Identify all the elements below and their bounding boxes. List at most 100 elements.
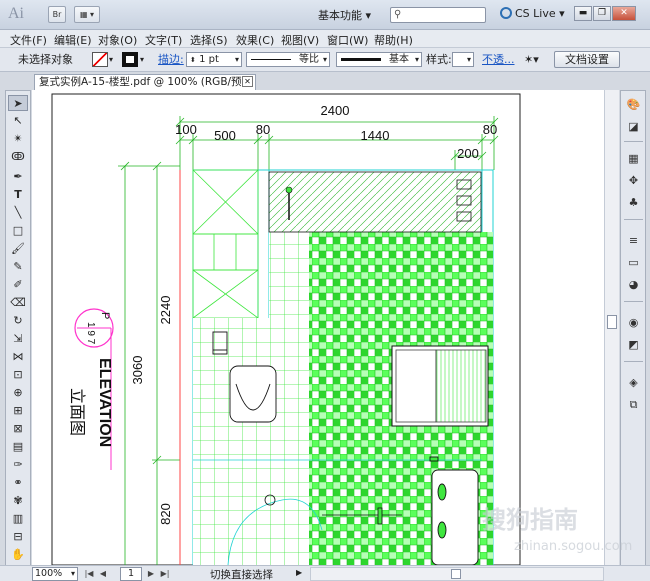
color-panel-icon[interactable]: 🎨 [625, 97, 642, 113]
document-tab-strip: 复式实例A-15-楼型.pdf @ 100% (RGB/预览) ✕ [32, 72, 618, 102]
type-tool-icon[interactable]: T [8, 187, 28, 203]
gradient-tool-icon[interactable]: ▤ [8, 439, 28, 455]
column-graph-tool-icon[interactable]: ▥ [8, 511, 28, 527]
rotate-tool-icon[interactable]: ↻ [8, 313, 28, 329]
stroke-swatch[interactable] [122, 52, 138, 67]
control-bar: 未选择对象 ▾ ▾ 描边: ⬍ 1 pt ▾ 等比 ▾ 基本 ▾ 样式: ▾ 不透..… [0, 48, 650, 72]
cs-live-button[interactable]: CS Live ▾ [500, 7, 565, 20]
elevation-marker: P 1 9 7 ELEVATION 立面图 [68, 308, 114, 470]
last-artboard-icon[interactable]: ▶| [158, 567, 172, 581]
width-tool-icon[interactable]: ⋈ [8, 349, 28, 365]
color-guide-panel-icon[interactable]: ◪ [625, 119, 642, 135]
graphic-styles-panel-icon[interactable]: ◩ [625, 337, 642, 353]
selection-status: 未选择对象 [18, 53, 73, 66]
stroke-weight-field[interactable]: ⬍ 1 pt ▾ [186, 52, 242, 67]
stroke-dropdown-icon[interactable]: ▾ [140, 52, 144, 68]
next-artboard-icon[interactable]: ▶ [144, 567, 158, 581]
workspace-switcher[interactable]: 基本功能 ▾ [318, 7, 371, 23]
blob-brush-tool-icon[interactable]: ✐ [8, 277, 28, 293]
symbols-panel-icon[interactable]: ♣ [625, 195, 642, 211]
fill-swatch[interactable] [92, 52, 108, 67]
artboard-canvas[interactable]: 2400 100 500 80 1440 80 200 3060 2240 82… [32, 90, 604, 565]
blend-tool-icon[interactable]: ⚭ [8, 475, 28, 491]
zoom-field[interactable]: 100% ▾ [32, 567, 78, 581]
vertical-scroll-thumb[interactable] [607, 315, 617, 329]
menu-effect[interactable]: 效果(C) [236, 32, 274, 48]
wall-light-tiles-left [193, 318, 269, 565]
top-dimensions [175, 116, 499, 170]
stroke-weight-stepper-icon[interactable]: ⬍ [190, 56, 196, 64]
stroke-panel-link[interactable]: 描边: [158, 52, 184, 68]
hand-tool-icon[interactable]: ✋ [8, 547, 28, 563]
dim-1440: 1440 [361, 128, 390, 143]
restore-button[interactable]: ❐ [593, 6, 611, 21]
prev-artboard-icon[interactable]: ◀ [96, 567, 110, 581]
magic-wand-tool-icon[interactable]: ✴ [8, 131, 28, 147]
menu-window[interactable]: 窗口(W) [327, 32, 368, 48]
bridge-button[interactable]: Br [48, 6, 66, 23]
symbol-sprayer-tool-icon[interactable]: ✾ [8, 493, 28, 509]
appearance-panel-icon[interactable]: ◉ [625, 315, 642, 331]
selection-tool-icon[interactable]: ➤ [8, 95, 28, 111]
vertical-scrollbar[interactable] [604, 90, 619, 565]
dim-80-right: 80 [483, 122, 497, 137]
status-menu-arrow-icon[interactable]: ▶ [296, 568, 302, 577]
paintbrush-tool-icon[interactable]: 🖌 [8, 241, 28, 257]
direct-selection-tool-icon[interactable]: ↖ [8, 113, 28, 129]
transparency-panel-icon[interactable]: ◕ [625, 277, 642, 293]
graphic-style-label: 样式: [426, 53, 452, 66]
search-input[interactable]: ⚲ [390, 7, 486, 23]
menu-view[interactable]: 视图(V) [281, 32, 319, 48]
pen-tool-icon[interactable]: ✒ [8, 169, 28, 185]
layers-panel-icon[interactable]: ◈ [625, 375, 642, 391]
gradient-panel-icon[interactable]: ▭ [625, 255, 642, 271]
dim-2240: 2240 [158, 296, 173, 325]
pencil-tool-icon[interactable]: ✎ [8, 259, 28, 275]
dim-100: 100 [175, 122, 197, 137]
cabinet-region [192, 169, 259, 319]
brushes-panel-icon[interactable]: ✥ [625, 173, 642, 189]
panel-dock: 🎨 ◪ ▦ ✥ ♣ ≡ ▭ ◕ ◉ ◩ ◈ ⧉ [620, 90, 646, 567]
menu-select[interactable]: 选择(S) [190, 32, 228, 48]
artboard-tool-icon[interactable]: ⊟ [8, 529, 28, 545]
variable-width-profile[interactable]: 等比 ▾ [246, 52, 330, 67]
dim-3060: 3060 [130, 356, 145, 385]
search-icon: ⚲ [394, 9, 402, 20]
horizontal-scroll-thumb[interactable] [451, 569, 461, 579]
graphic-style-dropdown[interactable]: ▾ [452, 52, 474, 67]
first-artboard-icon[interactable]: |◀ [82, 567, 96, 581]
horizontal-scrollbar[interactable] [310, 567, 604, 581]
menu-type[interactable]: 文字(T) [145, 32, 182, 48]
rectangle-tool-icon[interactable]: □ [8, 223, 28, 239]
brush-definition[interactable]: 基本 ▾ [336, 52, 422, 67]
recolor-icon[interactable]: ✶▾ [524, 52, 539, 68]
eraser-tool-icon[interactable]: ⌫ [8, 295, 28, 311]
fill-dropdown-icon[interactable]: ▾ [109, 52, 113, 68]
artboard-number-field[interactable]: 1 [120, 567, 142, 581]
status-bar: 100% ▾ |◀ ◀ 1 ▶ ▶| 切换直接选择 ▶ [0, 565, 650, 581]
document-setup-button[interactable]: 文档设置 [554, 51, 620, 68]
document-tab[interactable]: 复式实例A-15-楼型.pdf @ 100% (RGB/预览) ✕ [34, 74, 256, 102]
menu-edit[interactable]: 编辑(E) [54, 32, 92, 48]
close-tab-icon[interactable]: ✕ [242, 76, 253, 87]
mesh-tool-icon[interactable]: ⊠ [8, 421, 28, 437]
lasso-tool-icon[interactable]: ↂ [8, 149, 28, 165]
swatches-panel-icon[interactable]: ▦ [625, 151, 642, 167]
menu-help[interactable]: 帮助(H) [374, 32, 413, 48]
cs-live-icon [500, 7, 512, 19]
eyedropper-tool-icon[interactable]: ✑ [8, 457, 28, 473]
opacity-link[interactable]: 不透... [482, 52, 515, 68]
menu-file[interactable]: 文件(F) [10, 32, 47, 48]
free-transform-tool-icon[interactable]: ⊡ [8, 367, 28, 383]
minimize-button[interactable]: ▬ [574, 6, 592, 21]
scale-tool-icon[interactable]: ⇲ [8, 331, 28, 347]
stroke-panel-icon[interactable]: ≡ [625, 233, 642, 249]
close-button[interactable]: ✕ [612, 6, 636, 21]
artboards-panel-icon[interactable]: ⧉ [625, 397, 642, 413]
perspective-grid-tool-icon[interactable]: ⊞ [8, 403, 28, 419]
illustrator-logo: Ai [8, 5, 24, 22]
shape-builder-tool-icon[interactable]: ⊕ [8, 385, 28, 401]
menu-object[interactable]: 对象(O) [98, 32, 137, 48]
arrange-documents-button[interactable]: ▦ ▾ [74, 6, 100, 23]
line-tool-icon[interactable]: ╲ [8, 205, 28, 221]
